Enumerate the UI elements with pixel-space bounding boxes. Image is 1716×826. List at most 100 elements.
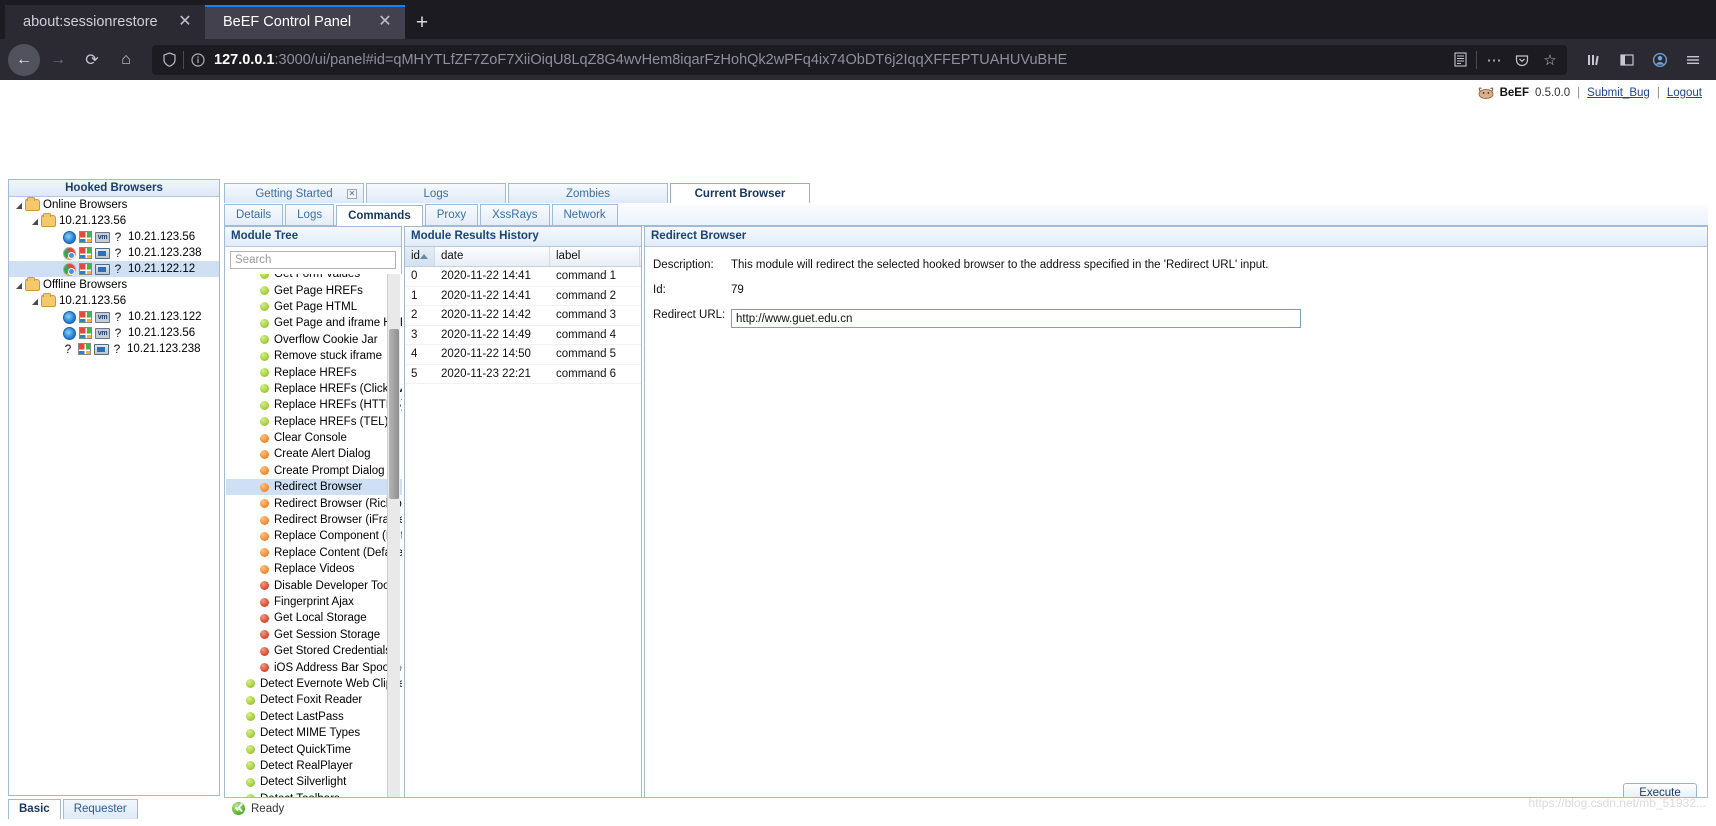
expand-collapse-icon[interactable] [13, 281, 25, 290]
logout-link[interactable]: Logout [1667, 87, 1702, 99]
close-icon[interactable]: ✕ [375, 12, 395, 32]
tree-host-node[interactable]: ? 10.21.123.238 [9, 245, 219, 261]
new-tab-button[interactable]: + [405, 5, 439, 39]
table-row[interactable]: 4 2020-11-22 14:50 command 5 [405, 345, 641, 365]
module-list-item[interactable]: Detect LastPass [226, 709, 402, 725]
module-list-item[interactable]: Disable Developer Tools [226, 577, 402, 593]
module-list-item[interactable]: Redirect Browser [226, 479, 402, 496]
module-list-item[interactable]: Overflow Cookie Jar [226, 332, 402, 348]
module-list-item[interactable]: Get Session Storage [226, 627, 402, 643]
reader-mode-icon[interactable] [1447, 47, 1473, 73]
sidebar-tab-requester[interactable]: Requester [62, 799, 138, 819]
expand-collapse-icon[interactable] [13, 201, 25, 210]
tree-group-node[interactable]: Online Browsers [9, 197, 219, 213]
module-list-item[interactable]: Detect Evernote Web Clipper [226, 676, 402, 692]
subtab-xssrays[interactable]: XssRays [480, 204, 550, 225]
info-icon[interactable] [186, 48, 210, 72]
subtab-commands[interactable]: Commands [336, 205, 423, 226]
submit-bug-link[interactable]: Submit_Bug [1587, 87, 1650, 99]
module-list[interactable]: Get Form Values Get Page HREFs Get Page HT… [226, 274, 402, 803]
tab-zombies[interactable]: Zombies [508, 183, 668, 203]
module-list-item[interactable]: Detect QuickTime [226, 741, 402, 757]
module-list-item[interactable]: Get Stored Credentials [226, 643, 402, 659]
redirect-url-input[interactable] [731, 309, 1301, 328]
module-list-item[interactable]: Redirect Browser (Rickroll) [226, 495, 402, 511]
module-list-item[interactable]: Get Form Values [226, 274, 402, 282]
tree-host-node[interactable]: ? 10.21.122.12 [9, 261, 219, 277]
expand-collapse-icon[interactable] [29, 297, 41, 306]
account-icon[interactable] [1645, 44, 1675, 76]
module-list-item[interactable]: Detect Foxit Reader [226, 692, 402, 708]
module-list-item[interactable]: Replace HREFs (HTTPS) [226, 397, 402, 413]
column-header-label[interactable]: label [550, 247, 640, 266]
module-severity-orange-icon [260, 564, 269, 574]
table-row[interactable]: 5 2020-11-23 22:21 command 6 [405, 365, 641, 384]
back-icon[interactable]: ← [8, 43, 40, 76]
tree-host-node[interactable]: ?? 10.21.123.238 [9, 341, 219, 357]
subtab-proxy[interactable]: Proxy [424, 204, 479, 225]
subtab-network[interactable]: Network [551, 204, 618, 225]
table-row[interactable]: 3 2020-11-22 14:49 command 4 [405, 326, 641, 345]
module-list-item[interactable]: Remove stuck iframe [226, 348, 402, 364]
module-list-item[interactable]: Get Page and iframe HREFs [226, 315, 402, 331]
table-row[interactable]: 0 2020-11-22 14:41 command 1 [405, 267, 641, 287]
reload-icon[interactable]: ⟳ [76, 44, 108, 76]
module-list-item[interactable]: Create Alert Dialog [226, 446, 402, 462]
sidebar-tab-basic[interactable]: Basic [8, 799, 61, 819]
module-list-item[interactable]: Replace HREFs (TEL) [226, 414, 402, 430]
table-row[interactable]: 2 2020-11-22 14:42 command 3 [405, 306, 641, 326]
search-input[interactable] [230, 251, 396, 269]
column-header-id[interactable]: id [405, 247, 435, 266]
module-list-item[interactable]: Replace Component (Deface) [226, 528, 402, 544]
library-icon[interactable] [1579, 44, 1609, 76]
tree-group-node[interactable]: 10.21.123.56 [9, 293, 219, 309]
expand-collapse-icon[interactable] [29, 217, 41, 226]
home-icon[interactable]: ⌂ [110, 44, 142, 76]
module-list-item[interactable]: Create Prompt Dialog [226, 463, 402, 479]
module-list-item[interactable]: Replace HREFs [226, 364, 402, 380]
browser-tab-beef-control-panel[interactable]: BeEF Control Panel ✕ [205, 5, 405, 39]
hooked-browsers-tree[interactable]: Online Browsers 10.21.123.56 vm? 10.21.123.… [9, 197, 219, 357]
browser-tab-sessionrestore[interactable]: about:sessionrestore ✕ [5, 5, 205, 39]
module-list-item[interactable]: Detect Silverlight [226, 774, 402, 790]
tree-host-node[interactable]: vm? 10.21.123.56 [9, 325, 219, 341]
tab-current-browser[interactable]: Current Browser [670, 183, 810, 203]
close-icon[interactable]: ✕ [175, 12, 195, 32]
module-list-item[interactable]: Fingerprint Ajax [226, 594, 402, 610]
forward-icon[interactable]: → [42, 44, 74, 76]
module-list-item[interactable]: Get Page HREFs [226, 282, 402, 298]
tree-host-node[interactable]: vm? 10.21.123.56 [9, 229, 219, 245]
subtab-details[interactable]: Details [224, 204, 284, 225]
sidebar-icon[interactable] [1612, 44, 1642, 76]
tree-host-node[interactable]: vm? 10.21.123.122 [9, 309, 219, 325]
module-list-item[interactable]: Replace Videos [226, 561, 402, 577]
tab-logs[interactable]: Logs [366, 183, 506, 203]
module-list-item[interactable]: Replace HREFs (Click events) [226, 381, 402, 397]
module-list-item[interactable]: Detect RealPlayer [226, 758, 402, 774]
table-row[interactable]: 1 2020-11-22 14:41 command 2 [405, 287, 641, 306]
module-list-item[interactable]: Replace Content (Deface) [226, 545, 402, 561]
module-list-item[interactable]: iOS Address Bar Spoofing [226, 659, 402, 675]
module-list-item[interactable]: Clear Console [226, 430, 402, 446]
module-severity-green-icon [260, 302, 269, 312]
module-list-item[interactable]: Redirect Browser (iFrame) [226, 512, 402, 528]
shield-icon[interactable] [156, 47, 182, 73]
module-list-vertical-scrollbar[interactable] [387, 274, 400, 803]
bookmark-star-icon[interactable]: ☆ [1537, 47, 1563, 73]
module-list-item[interactable]: Get Local Storage [226, 610, 402, 626]
module-list-item[interactable]: Detect MIME Types [226, 725, 402, 741]
pocket-icon[interactable] [1509, 47, 1535, 73]
tree-group-node[interactable]: 10.21.123.56 [9, 213, 219, 229]
tree-group-node[interactable]: Offline Browsers [9, 277, 219, 293]
url-text[interactable]: 127.0.0.1:3000/ui/panel#id=qMHYTLfZF7ZoF… [210, 52, 1447, 68]
subtab-logs[interactable]: Logs [285, 204, 335, 225]
close-icon[interactable]: ✕ [347, 188, 357, 199]
scrollbar-thumb[interactable] [389, 329, 399, 499]
tab-getting-started[interactable]: Getting Started ✕ [224, 183, 364, 203]
module-list-item[interactable]: Get Page HTML [226, 299, 402, 315]
url-bar[interactable]: 127.0.0.1:3000/ui/panel#id=qMHYTLfZF7ZoF… [152, 44, 1567, 75]
column-header-date[interactable]: date [435, 247, 550, 266]
app-menu-icon[interactable] [1678, 44, 1708, 76]
page-actions-icon[interactable]: ⋯ [1481, 47, 1507, 73]
module-severity-green-icon [260, 318, 269, 328]
